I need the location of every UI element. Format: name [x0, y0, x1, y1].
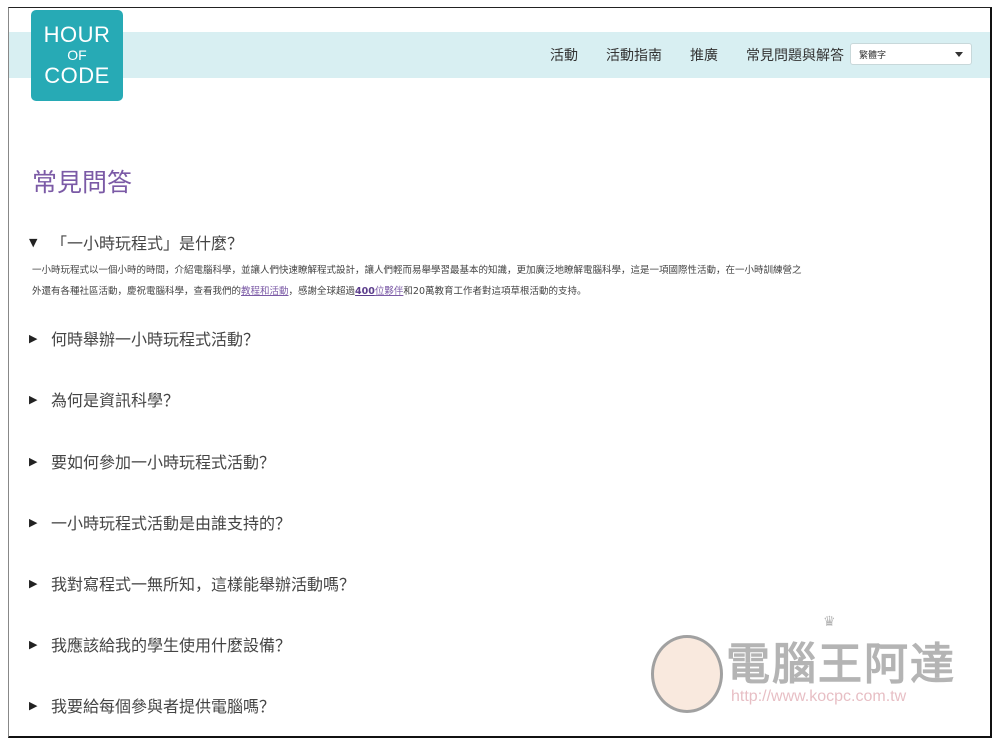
nav-link-activities[interactable]: 活動 — [550, 45, 578, 65]
browser-page: 活動 活動指南 推廣 常見問題與解答 繁體字 HOUR OF CODE 常見問答… — [8, 7, 992, 738]
mascot-face-icon — [651, 635, 723, 713]
nav-link-activity-guide[interactable]: 活動指南 — [606, 45, 662, 65]
answer-line-1: 一小時玩程式以一個小時的時間，介紹電腦科學，並讓人們快速瞭解程式設計，讓人們輕而… — [32, 265, 802, 276]
triangle-right-icon: ▶ — [29, 392, 38, 406]
watermark-title: 電腦王阿達 — [726, 639, 956, 690]
triangle-down-icon: ▼ — [29, 235, 38, 249]
faq-question-5[interactable]: ▶ 一小時玩程式活動是由誰支持的？ — [29, 510, 291, 534]
faq-question-text: 我要給每個參與者提供電腦嗎？ — [51, 697, 276, 716]
triangle-right-icon: ▶ — [29, 576, 38, 590]
triangle-right-icon: ▶ — [29, 698, 38, 712]
faq-question-text: 為何是資訊科學？ — [51, 391, 180, 410]
nav-links: 活動 活動指南 推廣 常見問題與解答 — [522, 32, 844, 78]
faq-question-4[interactable]: ▶ 要如何參加一小時玩程式活動？ — [29, 449, 275, 473]
faq-question-1[interactable]: ▼ 「一小時玩程式」是什麼？ — [29, 230, 243, 254]
answer-text: ，感謝全球超過 — [288, 286, 356, 297]
faq-question-2[interactable]: ▶ 何時舉辦一小時玩程式活動？ — [29, 326, 259, 350]
triangle-right-icon: ▶ — [29, 637, 38, 651]
nav-link-faq[interactable]: 常見問題與解答 — [746, 45, 844, 65]
faq-question-6[interactable]: ▶ 我對寫程式一無所知，這樣能舉辦活動嗎？ — [29, 571, 355, 595]
partners-count-link[interactable]: 400 — [355, 286, 375, 297]
watermark-url: http://www.kocpc.com.tw — [731, 688, 907, 705]
logo-line-hour: HOUR — [43, 22, 111, 47]
logo-line-of: OF — [67, 47, 87, 63]
faq-question-7[interactable]: ▶ 我應該給我的學生使用什麼設備？ — [29, 632, 291, 656]
language-select[interactable]: 繁體字 — [850, 43, 972, 65]
nav-link-promote[interactable]: 推廣 — [690, 45, 718, 65]
answer-text: 外還有各種社區活動，慶祝電腦科學，查看我們的 — [32, 286, 242, 297]
watermark: ♛ 電腦王阿達 http://www.kocpc.com.tw — [651, 614, 971, 720]
caret-down-icon — [955, 51, 963, 57]
triangle-right-icon: ▶ — [29, 515, 38, 529]
language-select-value: 繁體字 — [859, 50, 887, 61]
hour-of-code-logo[interactable]: HOUR OF CODE — [31, 10, 123, 101]
faq-question-text: 我應該給我的學生使用什麼設備？ — [51, 636, 292, 655]
faq-question-8[interactable]: ▶ 我要給每個參與者提供電腦嗎？ — [29, 693, 275, 717]
answer-line-2: 外還有各種社區活動，慶祝電腦科學，查看我們的教程和活動，感謝全球超過400位夥伴… — [32, 281, 982, 302]
top-navbar: 活動 活動指南 推廣 常見問題與解答 繁體字 — [9, 32, 990, 78]
faq-question-text: 「一小時玩程式」是什麼？ — [51, 234, 244, 253]
triangle-right-icon: ▶ — [29, 331, 38, 345]
logo-line-code: CODE — [44, 63, 110, 88]
faq-question-3[interactable]: ▶ 為何是資訊科學？ — [29, 387, 179, 411]
partners-link[interactable]: 位夥伴 — [375, 286, 404, 297]
faq-answer-1: 一小時玩程式以一個小時的時間，介紹電腦科學，並讓人們快速瞭解程式設計，讓人們輕而… — [32, 260, 982, 302]
faq-question-text: 要如何參加一小時玩程式活動？ — [51, 453, 276, 472]
faq-question-text: 何時舉辦一小時玩程式活動？ — [51, 330, 260, 349]
tutorials-and-activities-link[interactable]: 教程和活動 — [241, 286, 289, 297]
triangle-right-icon: ▶ — [29, 454, 38, 468]
page-title: 常見問答 — [32, 168, 133, 197]
faq-question-text: 一小時玩程式活動是由誰支持的？ — [51, 514, 292, 533]
answer-text: 和20萬教育工作者對這項草根活動的支持。 — [403, 286, 587, 297]
faq-question-text: 我對寫程式一無所知，這樣能舉辦活動嗎？ — [51, 575, 356, 594]
